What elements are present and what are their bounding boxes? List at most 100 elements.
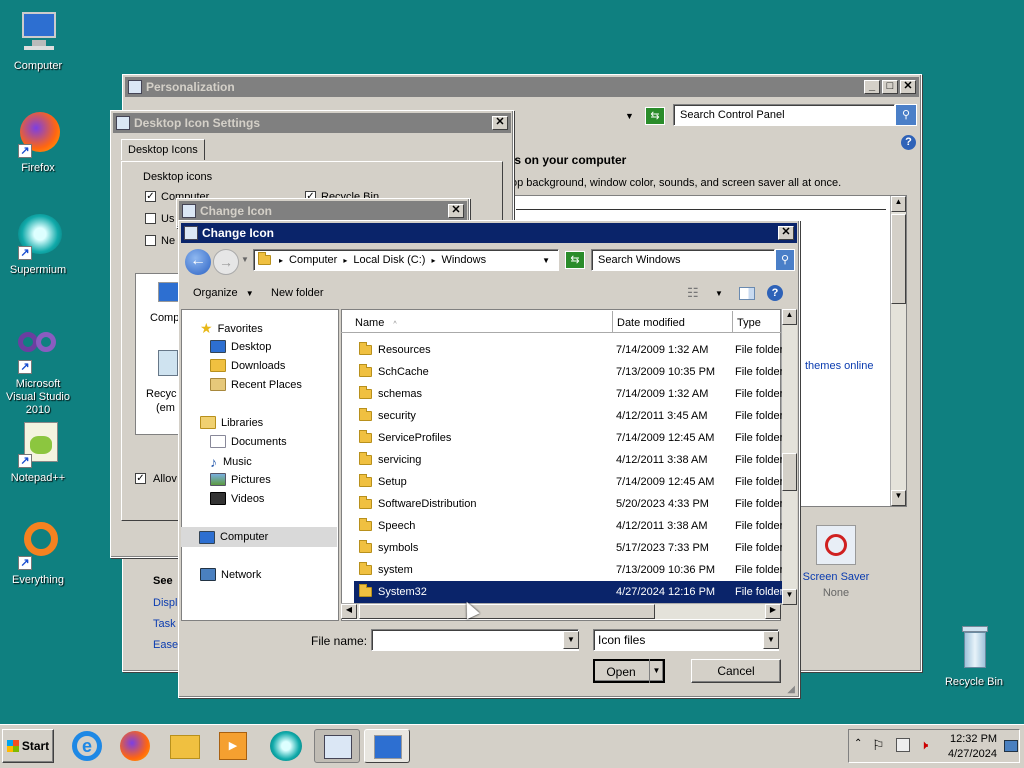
chevron-down-icon[interactable]: ▼ [715, 289, 723, 298]
table-row[interactable]: schemas 7/14/2009 1:32 AM File folder [354, 383, 782, 405]
table-row[interactable]: servicing 4/12/2011 3:38 AM File folder [354, 449, 782, 471]
breadcrumb-local-disk[interactable]: Local Disk (C:) [353, 254, 425, 266]
themes-online-link[interactable]: themes online [805, 360, 874, 372]
table-row[interactable]: ServiceProfiles 7/14/2009 12:45 AM File fo… [354, 427, 782, 449]
nav-music[interactable]: ♪ Music [210, 454, 252, 470]
chevron-down-icon[interactable]: ▼ [542, 256, 550, 265]
network-icon[interactable] [896, 738, 910, 752]
desktop-icon-computer[interactable]: Computer [0, 8, 76, 73]
table-row[interactable]: Resources 7/14/2009 1:32 AM File folder [354, 339, 782, 361]
breadcrumb-windows[interactable]: Windows [441, 254, 486, 266]
nav-libraries[interactable]: Libraries [200, 416, 263, 429]
internet-explorer-icon[interactable]: e [70, 729, 106, 763]
back-button[interactable]: ← [185, 249, 211, 275]
search-icon[interactable]: ⚲ [895, 104, 917, 126]
file-type-dropdown[interactable]: ▼ [763, 631, 779, 649]
desktop-icon-recycle-bin[interactable]: Recycle Bin [936, 624, 1012, 689]
table-row[interactable]: symbols 5/17/2023 7:33 PM File folder [354, 537, 782, 559]
nav-videos[interactable]: Videos [210, 492, 264, 505]
breadcrumb[interactable]: ▸ Computer ▸ Local Disk (C:) ▸ Windows ▼ [253, 249, 559, 271]
firefox-icon[interactable] [118, 729, 154, 763]
search-input[interactable]: Search Windows [591, 249, 775, 271]
close-button[interactable]: ✕ [448, 204, 464, 218]
refresh-button[interactable]: ⇆ [565, 251, 585, 269]
table-row[interactable]: Setup 7/14/2009 12:45 AM File folder [354, 471, 782, 493]
nav-downloads[interactable]: Downloads [210, 359, 285, 372]
personalization-title-bar[interactable]: Personalization _ □ ✕ [125, 77, 919, 97]
refresh-button[interactable]: ⇆ [645, 107, 665, 125]
theme-list-scrollbar[interactable]: ▲ ▼ [890, 196, 906, 506]
table-row[interactable]: Speech 4/12/2011 3:38 AM File folder [354, 515, 782, 537]
checkbox-network[interactable] [145, 235, 156, 246]
file-name-dropdown[interactable]: ▼ [563, 631, 579, 649]
column-header-type[interactable]: Type [733, 311, 781, 333]
desktop-icon-settings-taskbar-icon[interactable] [364, 729, 410, 763]
clock-time[interactable]: 12:32 PM [950, 733, 997, 745]
table-row[interactable]: system 7/13/2009 10:36 PM File folder [354, 559, 782, 581]
recent-locations-icon[interactable]: ▼ [241, 255, 249, 264]
maximize-button[interactable]: □ [882, 80, 898, 94]
action-center-flag-icon[interactable]: ⚐ [872, 737, 885, 754]
file-list-horizontal-scrollbar[interactable]: ◀ ▶ [341, 603, 781, 619]
see-also-link-taskbar[interactable]: Task [153, 618, 176, 630]
see-also-link-ease[interactable]: Ease [153, 639, 178, 651]
show-hidden-icons-icon[interactable]: ⌃ [854, 738, 862, 749]
desktop-icon-firefox[interactable]: ↗ Firefox [0, 110, 76, 175]
media-player-icon[interactable]: ▶ [216, 729, 252, 763]
cancel-button[interactable]: Cancel [691, 659, 781, 683]
scrollbar-thumb[interactable] [359, 604, 655, 619]
file-list-vertical-scrollbar[interactable]: ▲ ▼ [781, 309, 797, 605]
control-panel-icon[interactable] [314, 729, 360, 763]
table-row[interactable]: SoftwareDistribution 5/20/2023 4:33 PM Fil… [354, 493, 782, 515]
nav-recent-places[interactable]: Recent Places [210, 378, 302, 391]
preview-pane-icon[interactable] [739, 287, 755, 300]
clock-date[interactable]: 4/27/2024 [948, 748, 997, 760]
table-row[interactable]: SchCache 7/13/2009 10:35 PM File folder [354, 361, 782, 383]
address-dropdown-arrow[interactable]: ▼ [625, 111, 634, 121]
screen-saver-button[interactable]: Screen Saver None [791, 525, 881, 599]
file-type-select[interactable]: Icon files [593, 629, 779, 651]
organize-button[interactable]: Organize ▼ [193, 287, 254, 299]
help-icon[interactable]: ? [767, 285, 783, 301]
close-button[interactable]: ✕ [778, 226, 794, 240]
close-button[interactable]: ✕ [900, 80, 916, 94]
show-desktop-icon[interactable] [1004, 740, 1018, 752]
nav-desktop[interactable]: Desktop [210, 340, 271, 353]
help-icon[interactable]: ? [901, 135, 916, 150]
tab-desktop-icons[interactable]: Desktop Icons [121, 139, 205, 160]
view-options-icon[interactable]: ☷ [687, 285, 699, 301]
minimize-button[interactable]: _ [864, 80, 880, 94]
desktop-icon-visual-studio[interactable]: ↗ Microsoft Visual Studio 2010 [0, 326, 76, 417]
resize-grip-icon[interactable]: ◢ [787, 684, 795, 695]
checkbox-user[interactable] [145, 213, 156, 224]
desktop-icon-everything[interactable]: ↗ Everything [0, 522, 76, 587]
volume-muted-icon[interactable]: 🕨 [920, 737, 928, 753]
column-header-name[interactable]: Name ^ [341, 311, 613, 333]
file-explorer-icon[interactable] [168, 729, 204, 763]
change-icon-small-title-bar[interactable]: Change Icon ✕ [179, 201, 467, 221]
nav-computer[interactable]: Computer [181, 527, 337, 547]
table-row-selected[interactable]: System32 4/27/2024 12:16 PM File folder [354, 581, 782, 603]
column-header-date[interactable]: Date modified [613, 311, 733, 333]
breadcrumb-computer[interactable]: Computer [289, 254, 337, 266]
nav-documents[interactable]: Documents [210, 435, 287, 448]
table-row[interactable]: security 4/12/2011 3:45 AM File folder [354, 405, 782, 427]
start-button[interactable]: Start [2, 729, 54, 763]
supermium-icon[interactable] [268, 729, 304, 763]
nav-favorites[interactable]: ★ Favorites [200, 320, 263, 337]
desktop-icon-supermium[interactable]: ↗ Supermium [0, 212, 76, 277]
see-also-link-display[interactable]: Displ [153, 597, 177, 609]
open-dropdown-arrow[interactable]: ▼ [649, 659, 663, 683]
nav-network[interactable]: Network [200, 568, 261, 581]
file-name-input[interactable] [371, 629, 579, 651]
checkbox-computer[interactable]: ✓ [145, 191, 156, 202]
checkbox-allow-themes[interactable]: ✓ [135, 473, 146, 484]
scrollbar-thumb[interactable] [782, 453, 797, 491]
search-input[interactable]: Search Control Panel [673, 104, 895, 126]
change-icon-title-bar[interactable]: Change Icon ✕ [181, 223, 797, 243]
desktop-icon-settings-title-bar[interactable]: Desktop Icon Settings ✕ [113, 113, 511, 133]
desktop-icon-notepadpp[interactable]: ↗ Notepad++ [0, 420, 76, 485]
forward-button[interactable]: → [213, 249, 239, 275]
search-icon[interactable]: ⚲ [775, 249, 795, 271]
close-button[interactable]: ✕ [492, 116, 508, 130]
